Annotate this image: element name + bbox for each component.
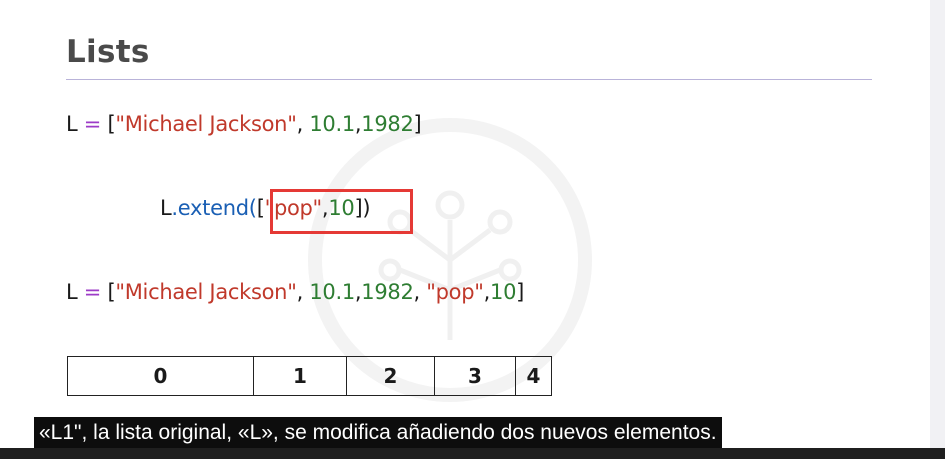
index-cell: 4: [515, 356, 552, 396]
code-token-method: extend: [177, 196, 249, 220]
index-cell: 1: [253, 356, 347, 396]
code-token-separator: ,: [296, 280, 310, 304]
code-token-number: 10: [490, 280, 517, 304]
code-token-number: 10.1: [309, 280, 355, 304]
code-token-bracket: ]: [413, 112, 422, 136]
index-cell: 0: [67, 356, 254, 396]
code-token-object: L: [160, 196, 172, 220]
code-line-original-list: L = ["Michael Jackson", 10.1,1982]: [66, 112, 422, 136]
index-table: 0 1 2 3 4: [67, 356, 552, 396]
video-player-bar[interactable]: [0, 448, 945, 459]
code-token-bracket: ]: [516, 280, 525, 304]
code-token-bracket: [: [256, 196, 265, 220]
code-token-variable: L: [66, 112, 78, 136]
index-cell: 2: [346, 356, 435, 396]
code-token-separator: ,: [413, 280, 427, 304]
code-token-operator: =: [77, 280, 108, 304]
code-token-string: "pop": [426, 280, 484, 304]
title-divider: [66, 79, 872, 80]
code-token-string: "Michael Jackson": [115, 280, 297, 304]
code-token-number: 1982: [361, 280, 414, 304]
slide: Lists L = ["Michael Jackson", 10.1,1982]…: [0, 0, 930, 459]
code-token-operator: =: [77, 112, 108, 136]
highlight-box: [270, 189, 413, 234]
code-token-variable: L: [66, 280, 78, 304]
code-token-string: "Michael Jackson": [115, 112, 297, 136]
subtitle-caption: «L1", la lista original, «L», se modific…: [34, 417, 722, 448]
index-cell: 3: [434, 356, 516, 396]
code-line-extended-list: L = ["Michael Jackson", 10.1,1982, "pop"…: [66, 280, 524, 304]
side-panel-strip: [930, 0, 945, 459]
code-token-number: 1982: [361, 112, 414, 136]
code-token-number: 10.1: [309, 112, 355, 136]
index-row: 0 1 2 3 4: [67, 356, 552, 396]
slide-title: Lists: [66, 34, 150, 70]
code-token-separator: ,: [296, 112, 310, 136]
code-token-paren: (: [248, 196, 257, 220]
